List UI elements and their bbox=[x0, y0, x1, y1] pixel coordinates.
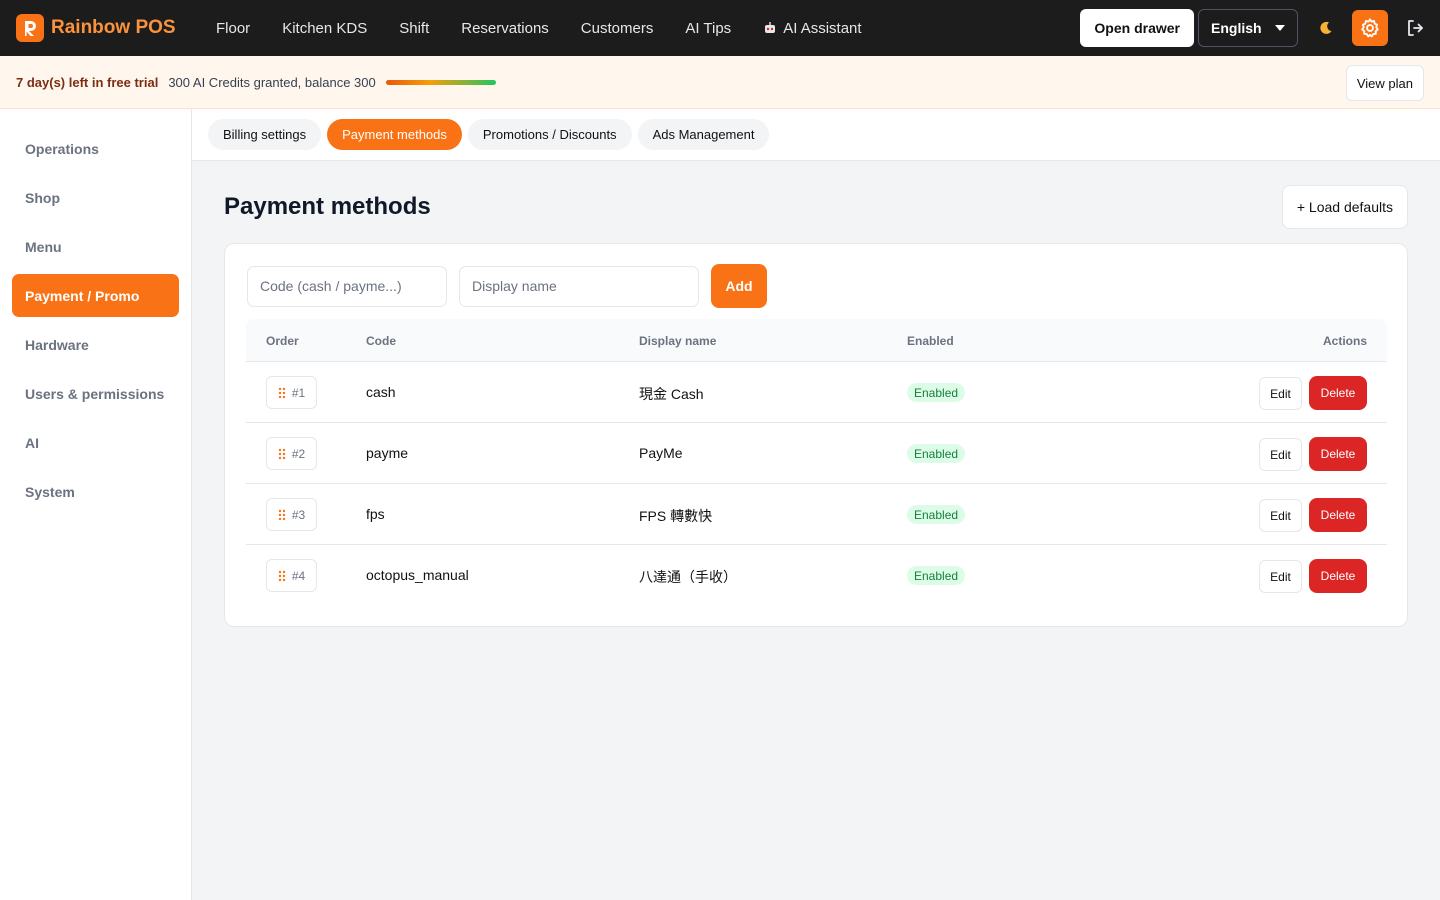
order-number: #3 bbox=[291, 507, 306, 522]
nav-ai-tips[interactable]: AI Tips bbox=[685, 20, 731, 37]
delete-button[interactable]: Delete bbox=[1309, 498, 1367, 532]
language-select[interactable]: English bbox=[1198, 9, 1298, 47]
sidebar-item-payment-promo[interactable]: Payment / Promo bbox=[12, 274, 179, 317]
ai-credits-progress bbox=[385, 79, 496, 85]
tab-payment-methods[interactable]: Payment methods bbox=[327, 119, 462, 150]
status-badge: Enabled bbox=[907, 566, 966, 585]
display-name-cell: 現金 Cash bbox=[639, 386, 704, 402]
code-cell: payme bbox=[366, 445, 409, 461]
delete-button[interactable]: Delete bbox=[1309, 559, 1367, 593]
moon-icon[interactable] bbox=[1316, 18, 1336, 38]
status-badge: Enabled bbox=[907, 383, 966, 402]
table-row: #4 octopus_manual 八達通（手收） Enabled Edit D… bbox=[246, 545, 1387, 606]
nav-customers[interactable]: Customers bbox=[581, 20, 654, 37]
trial-banner: 7 day(s) left in free trial 300 AI Credi… bbox=[0, 56, 1440, 109]
drag-handle-icon bbox=[278, 570, 286, 582]
order-number: #1 bbox=[291, 385, 306, 400]
status-badge: Enabled bbox=[907, 505, 966, 524]
sidebar-item-ai[interactable]: AI bbox=[12, 421, 179, 464]
brand[interactable]: Rainbow POS bbox=[16, 14, 200, 42]
table-header: Order Code Display name Enabled Actions bbox=[246, 319, 1387, 362]
edit-button[interactable]: Edit bbox=[1259, 560, 1302, 593]
edit-button[interactable]: Edit bbox=[1259, 438, 1302, 471]
view-plan-button[interactable]: View plan bbox=[1345, 65, 1424, 101]
table-row: #3 fps FPS 轉數快 Enabled Edit Delete bbox=[246, 484, 1387, 545]
payment-methods-card: Add Order Code Display name Enabled Acti… bbox=[224, 243, 1408, 627]
gear-icon[interactable] bbox=[1352, 10, 1388, 46]
order-number: #2 bbox=[291, 446, 306, 461]
display-name-cell: 八達通（手收） bbox=[639, 569, 737, 585]
robot-icon bbox=[763, 21, 777, 35]
nav-floor[interactable]: Floor bbox=[216, 20, 250, 37]
order-number: #4 bbox=[291, 568, 306, 583]
sidebar-item-hardware[interactable]: Hardware bbox=[12, 323, 179, 366]
tab-promotions-discounts[interactable]: Promotions / Discounts bbox=[467, 119, 632, 150]
sub-tabs: Billing settings Payment methods Promoti… bbox=[192, 109, 1440, 161]
settings-sidebar: Operations Shop Menu Payment / Promo Har… bbox=[0, 109, 192, 900]
add-button[interactable]: Add bbox=[711, 264, 767, 308]
main-nav: Floor Kitchen KDS Shift Reservations Cus… bbox=[216, 20, 894, 37]
nav-ai-assistant-label: AI Assistant bbox=[783, 19, 862, 37]
code-cell: fps bbox=[366, 506, 385, 522]
header-actions: Actions bbox=[1322, 334, 1367, 348]
open-drawer-button[interactable]: Open drawer bbox=[1080, 9, 1194, 47]
sidebar-item-users-permissions[interactable]: Users & permissions bbox=[12, 372, 179, 415]
nav-ai-assistant[interactable]: AI Assistant bbox=[763, 19, 862, 37]
display-name-cell: PayMe bbox=[639, 445, 683, 461]
drag-order-handle[interactable]: #1 bbox=[266, 376, 317, 409]
table-row: #1 cash 現金 Cash Enabled Edit Delete bbox=[246, 362, 1387, 423]
drag-order-handle[interactable]: #2 bbox=[266, 437, 317, 470]
sidebar-item-system[interactable]: System bbox=[12, 470, 179, 513]
load-defaults-button[interactable]: + Load defaults bbox=[1281, 185, 1408, 229]
top-right-actions: Open drawer English bbox=[1080, 0, 1426, 56]
delete-button[interactable]: Delete bbox=[1309, 376, 1367, 410]
nav-kitchen-kds[interactable]: Kitchen KDS bbox=[282, 20, 367, 37]
code-input[interactable] bbox=[247, 265, 447, 307]
table-row: #2 payme PayMe Enabled Edit Delete bbox=[246, 423, 1387, 484]
display-name-input[interactable] bbox=[459, 265, 699, 307]
logout-icon[interactable] bbox=[1404, 17, 1426, 39]
header-display-name: Display name bbox=[639, 334, 717, 348]
trial-days-left: 7 day(s) left in free trial bbox=[16, 74, 159, 90]
tab-billing-settings[interactable]: Billing settings bbox=[208, 119, 322, 150]
sidebar-item-operations[interactable]: Operations bbox=[12, 127, 179, 170]
nav-reservations[interactable]: Reservations bbox=[461, 20, 549, 37]
delete-button[interactable]: Delete bbox=[1309, 437, 1367, 471]
status-badge: Enabled bbox=[907, 444, 966, 463]
add-payment-form: Add bbox=[247, 264, 767, 308]
top-navbar: Rainbow POS Floor Kitchen KDS Shift Rese… bbox=[0, 0, 1440, 56]
drag-handle-icon bbox=[278, 509, 286, 521]
payment-methods-table: Order Code Display name Enabled Actions … bbox=[246, 319, 1387, 606]
header-enabled: Enabled bbox=[907, 334, 954, 348]
chevron-down-icon bbox=[1275, 25, 1285, 31]
code-cell: octopus_manual bbox=[366, 567, 469, 583]
drag-handle-icon bbox=[278, 448, 286, 460]
sidebar-item-menu[interactable]: Menu bbox=[12, 225, 179, 268]
rainbow-pos-logo-icon bbox=[16, 14, 44, 42]
drag-order-handle[interactable]: #3 bbox=[266, 498, 317, 531]
sidebar-item-shop[interactable]: Shop bbox=[12, 176, 179, 219]
code-cell: cash bbox=[366, 384, 396, 400]
header-order: Order bbox=[266, 334, 299, 348]
header-code: Code bbox=[366, 334, 396, 348]
edit-button[interactable]: Edit bbox=[1259, 499, 1302, 532]
page-title: Payment methods bbox=[224, 193, 431, 220]
tab-ads-management[interactable]: Ads Management bbox=[637, 119, 770, 150]
language-value: English bbox=[1211, 20, 1262, 36]
brand-name: Rainbow POS bbox=[51, 17, 176, 38]
display-name-cell: FPS 轉數快 bbox=[639, 508, 713, 524]
drag-handle-icon bbox=[278, 387, 286, 399]
nav-shift[interactable]: Shift bbox=[399, 20, 429, 37]
ai-credits-text: 300 AI Credits granted, balance 300 bbox=[168, 74, 376, 90]
ai-credits-progress-fill bbox=[385, 79, 496, 85]
drag-order-handle[interactable]: #4 bbox=[266, 559, 317, 592]
edit-button[interactable]: Edit bbox=[1259, 377, 1302, 410]
